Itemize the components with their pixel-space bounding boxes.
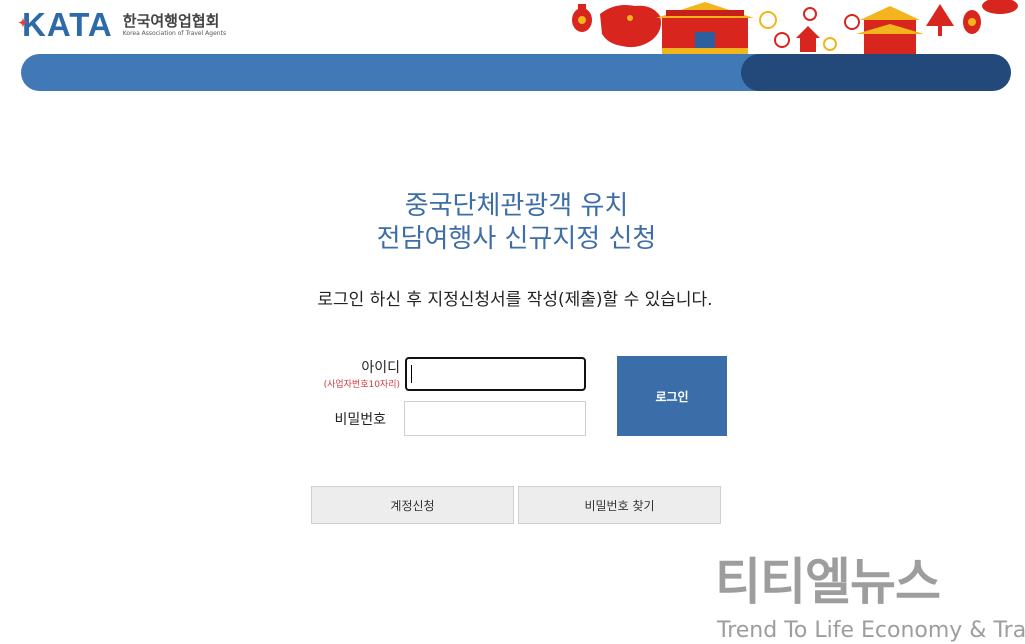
logo-english: Korea Association of Travel Agents <box>122 29 227 37</box>
tree-icon <box>926 4 954 36</box>
id-label: 아이디 <box>361 360 400 376</box>
chinese-landmark-banner <box>572 0 1018 56</box>
navigation-bar <box>21 54 1011 91</box>
watermark-english: Trend To Life Economy & Travel <box>717 618 1025 643</box>
kata-logo[interactable]: ✦ KATA 한국여행업협회 Korea Association of Trav… <box>18 6 227 43</box>
lantern-icon <box>963 0 1018 34</box>
page-title: 중국단체관광객 유치 전담여행사 신규지정 신청 <box>0 190 1025 256</box>
password-label: 비밀번호 <box>334 412 386 428</box>
china-map-icon <box>600 5 661 48</box>
vase-icon <box>572 4 592 32</box>
tiananmen-gate-icon <box>656 2 754 56</box>
logo-korean: 한국여행업협회 <box>122 11 220 30</box>
page-title-line2: 전담여행사 신규지정 신청 <box>376 224 657 254</box>
temple-icon <box>856 6 924 56</box>
page-title-line1: 중국단체관광객 유치 <box>404 191 629 221</box>
signup-button[interactable]: 계정신청 <box>311 486 514 524</box>
id-hint: (사업자번호10자리) <box>323 380 400 390</box>
pagoda-icon <box>796 26 820 52</box>
watermark-korean: 티티엘뉴스 <box>715 553 941 611</box>
logo-text: 한국여행업협회 Korea Association of Travel Agen… <box>122 11 227 38</box>
find-password-button[interactable]: 비밀번호 찾기 <box>518 486 721 524</box>
logo-mark: ✦ KATA <box>18 6 113 43</box>
login-button[interactable]: 로그인 <box>617 356 727 436</box>
text-caret <box>411 365 412 383</box>
password-input[interactable] <box>404 401 586 436</box>
page-subtitle: 로그인 하신 후 지정신청서를 작성(제출)할 수 있습니다. <box>317 290 713 310</box>
id-input[interactable] <box>405 357 586 391</box>
navigation-bar-accent <box>741 54 1011 91</box>
logo-star-icon: ✦ <box>18 16 30 30</box>
logo-mark-text: KATA <box>22 6 113 43</box>
